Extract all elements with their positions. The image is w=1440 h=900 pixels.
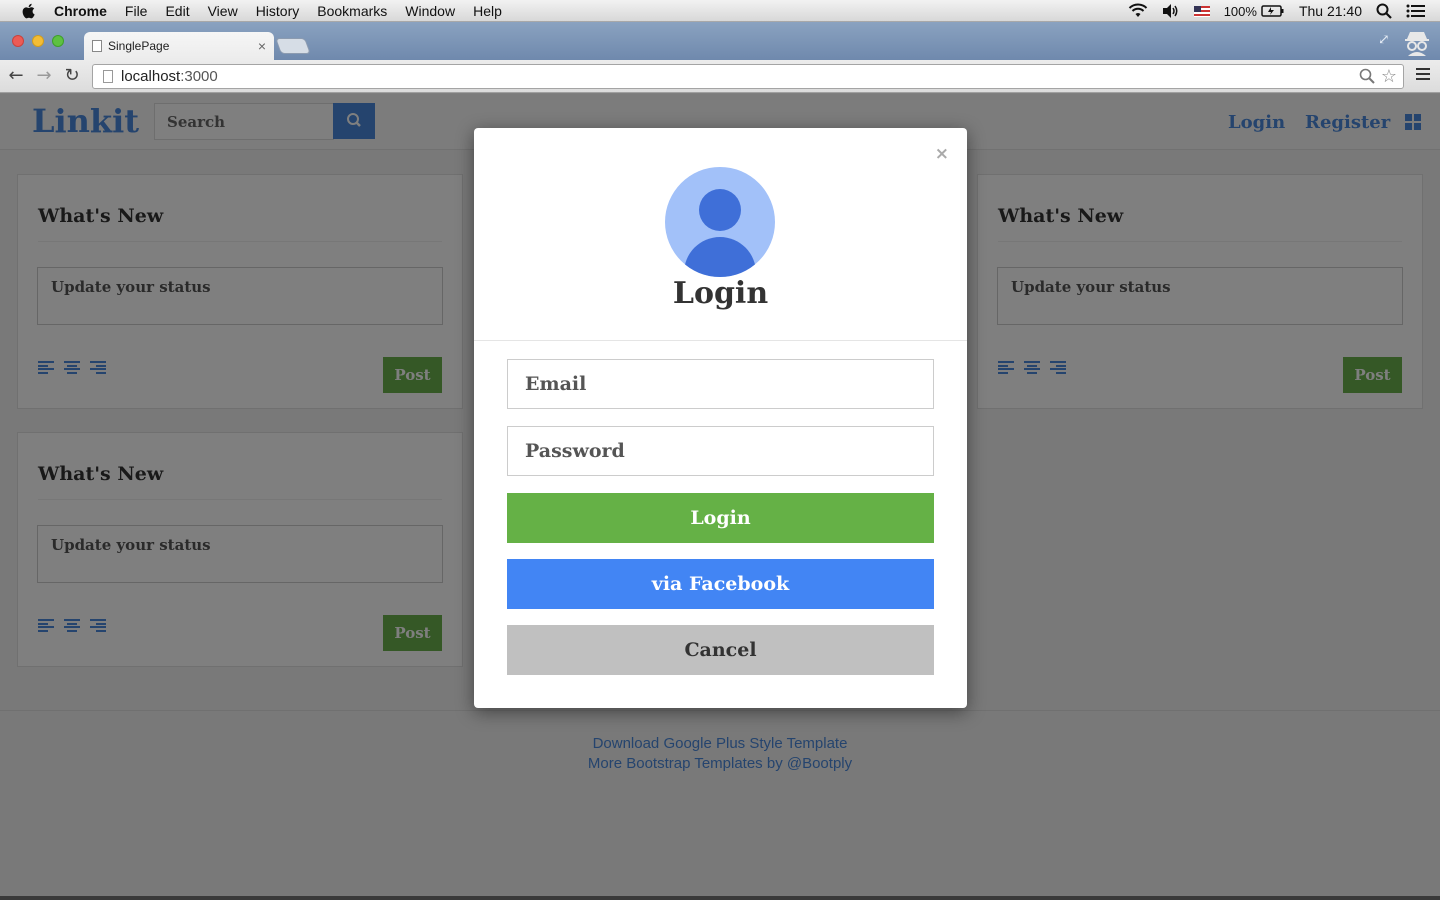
menu-bookmarks[interactable]: Bookmarks [317,3,387,19]
facebook-login-button[interactable]: via Facebook [507,559,934,609]
magnifier-icon[interactable] [1359,68,1375,84]
window-bottom-edge [0,896,1440,900]
tab-title: SinglePage [108,39,170,53]
cancel-button[interactable]: Cancel [507,625,934,675]
volume-icon[interactable] [1162,3,1180,19]
url-host: localhost [121,68,181,85]
wifi-icon[interactable] [1128,3,1148,19]
input-source-flag-icon[interactable] [1193,5,1210,17]
page-icon [103,70,113,83]
browser-toolbar: ← → ↻ localhost:3000 ☆ [0,60,1440,93]
password-field[interactable] [507,426,934,476]
notification-center-icon[interactable] [1406,3,1426,19]
clock[interactable]: Thu 21:40 [1299,3,1362,19]
login-button[interactable]: Login [507,493,934,543]
menubar: Chrome File Edit View History Bookmarks … [0,0,1440,22]
reload-icon[interactable]: ↻ [62,66,82,86]
menu-view[interactable]: View [208,3,238,19]
battery-percent: 100% [1223,3,1257,19]
menu-app-chrome[interactable]: Chrome [54,3,107,19]
window-zoom-button[interactable] [52,35,64,47]
menu-history[interactable]: History [256,3,300,19]
close-icon[interactable]: × [935,144,949,164]
bookmark-star-icon[interactable]: ☆ [1381,66,1397,87]
apple-icon[interactable] [20,3,38,19]
forward-arrow-icon[interactable]: → [34,66,54,86]
modal-title: Login [672,276,769,311]
window-close-button[interactable] [12,35,24,47]
login-modal: × Login Login via Facebook Cancel [474,128,967,708]
address-bar[interactable]: localhost:3000 ☆ [92,64,1404,89]
menu-window[interactable]: Window [405,3,455,19]
back-arrow-icon[interactable]: ← [6,66,26,86]
window-minimize-button[interactable] [32,35,44,47]
avatar [665,167,775,277]
fullscreen-icon[interactable]: ⤢ [1378,32,1394,48]
email-field[interactable] [507,359,934,409]
url-port: :3000 [180,68,218,85]
menu-edit[interactable]: Edit [165,3,189,19]
battery-icon[interactable] [1261,5,1285,17]
avatar-head [699,189,741,231]
new-tab-button[interactable] [275,38,311,54]
incognito-icon [1405,32,1429,56]
spotlight-search-icon[interactable] [1376,3,1392,19]
page-icon [92,40,102,52]
browser-tab[interactable]: SinglePage × [84,32,274,60]
url-text: localhost:3000 [121,68,218,85]
chrome-menu-icon[interactable] [1416,68,1430,82]
tab-close-icon[interactable]: × [258,38,266,54]
browser-tab-strip: SinglePage × ⤢ [0,22,1440,60]
menu-help[interactable]: Help [473,3,502,19]
menu-file[interactable]: File [125,3,148,19]
avatar-body [684,237,756,277]
modal-divider [474,340,967,341]
